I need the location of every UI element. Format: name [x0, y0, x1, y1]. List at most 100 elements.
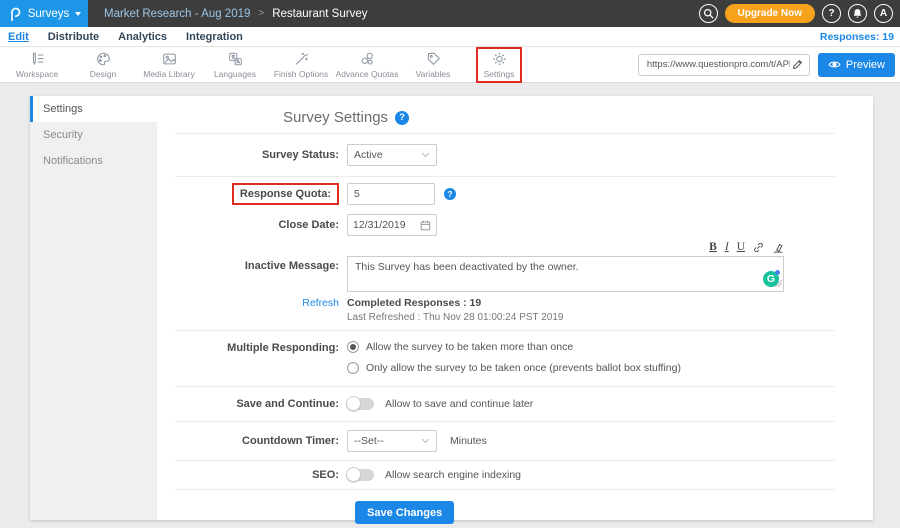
- survey-status-select[interactable]: Active: [347, 144, 437, 166]
- settings-gear-icon: [491, 51, 508, 67]
- resize-handle-icon[interactable]: [775, 278, 782, 290]
- toolbar-item-settings[interactable]: Settings: [476, 47, 522, 83]
- tab-distribute[interactable]: Distribute: [48, 31, 99, 43]
- survey-status-label: Survey Status:: [175, 149, 347, 161]
- sidebar-item-security[interactable]: Security: [30, 122, 157, 148]
- survey-url-input[interactable]: [639, 59, 792, 70]
- avatar-initial: A: [880, 8, 887, 19]
- italic-button[interactable]: I: [725, 242, 729, 254]
- eye-icon: [828, 60, 841, 69]
- save-and-continue-label: Save and Continue:: [175, 398, 347, 410]
- header-actions: Upgrade Now ? A: [699, 4, 900, 23]
- search-button[interactable]: [699, 4, 718, 23]
- remove-format-icon[interactable]: [772, 242, 784, 253]
- completed-responses: Completed Responses : 19: [347, 297, 481, 309]
- close-date-label: Close Date:: [175, 219, 347, 231]
- bell-icon: [852, 8, 863, 19]
- edit-url-pencil-icon[interactable]: [792, 59, 809, 70]
- title-help-icon[interactable]: ?: [395, 111, 409, 125]
- save-row: Save Changes: [175, 490, 835, 524]
- close-date-value: 12/31/2019: [353, 219, 406, 231]
- search-icon: [703, 8, 714, 19]
- chevron-down-icon: [421, 438, 430, 444]
- preview-button[interactable]: Preview: [818, 53, 895, 77]
- response-quota-row: Response Quota: ?: [175, 183, 835, 205]
- radio-unselected-icon[interactable]: [347, 362, 359, 374]
- toolbar-item-languages[interactable]: Languages: [202, 51, 268, 79]
- save-and-continue-row: Save and Continue: Allow to save and con…: [175, 387, 835, 422]
- rich-text-toolbar: B I U: [347, 240, 784, 255]
- response-quota-help-icon[interactable]: ?: [444, 188, 456, 200]
- seo-toggle[interactable]: [347, 469, 374, 481]
- last-refreshed: Last Refreshed : Thu Nov 28 01:00:24 PST…: [347, 312, 563, 323]
- upgrade-now-button[interactable]: Upgrade Now: [725, 4, 815, 23]
- survey-url-box: [638, 54, 810, 76]
- sidebar-item-notifications[interactable]: Notifications: [30, 148, 157, 174]
- breadcrumb: Market Research - Aug 2019 > Restaurant …: [104, 8, 367, 20]
- refresh-link[interactable]: Refresh: [302, 297, 339, 309]
- seo-description: Allow search engine indexing: [385, 469, 521, 481]
- inactive-message-text: This Survey has been deactivated by the …: [355, 261, 579, 273]
- bold-button[interactable]: B: [709, 242, 717, 254]
- settings-main: Survey Settings ? Survey Status: Active …: [157, 96, 873, 520]
- page-title: Survey Settings: [283, 109, 388, 126]
- advance-quotas-chain-icon: [359, 51, 376, 67]
- refresh-row: Refresh Completed Responses : 19 Last Re…: [175, 297, 835, 323]
- countdown-timer-label: Countdown Timer:: [175, 435, 347, 447]
- sidebar-item-settings[interactable]: Settings: [30, 96, 157, 122]
- surveys-product-menu[interactable]: Surveys: [0, 0, 88, 27]
- countdown-timer-value: --Set--: [354, 435, 384, 447]
- breadcrumb-survey-name: Restaurant Survey: [272, 8, 367, 20]
- countdown-timer-row: Countdown Timer: --Set-- Minutes: [175, 422, 835, 461]
- response-quota-label: Response Quota:: [232, 183, 339, 205]
- countdown-timer-select[interactable]: --Set--: [347, 430, 437, 452]
- toolbar-item-advance-quotas[interactable]: Advance Quotas: [334, 51, 400, 79]
- toolbar-item-variables[interactable]: Variables: [400, 51, 466, 79]
- inactive-message-textarea[interactable]: This Survey has been deactivated by the …: [347, 256, 784, 292]
- question-mark-icon: ?: [828, 8, 834, 19]
- radio-option-once-only[interactable]: Only allow the survey to be taken once (…: [347, 362, 681, 374]
- toggle-knob: [346, 467, 361, 482]
- survey-status-row: Survey Status: Active: [175, 134, 835, 177]
- multiple-responding-row: Multiple Responding: Allow the survey to…: [175, 331, 835, 387]
- notifications-button[interactable]: [848, 4, 867, 23]
- chevron-down-icon: [75, 12, 81, 16]
- product-menu-label: Surveys: [28, 8, 70, 20]
- survey-status-value: Active: [354, 149, 383, 161]
- underline-button[interactable]: U: [737, 242, 745, 254]
- help-button[interactable]: ?: [822, 4, 841, 23]
- toolbar-item-design[interactable]: Design: [70, 51, 136, 79]
- tab-integration[interactable]: Integration: [186, 31, 243, 43]
- title-row: Survey Settings ?: [175, 96, 835, 134]
- calendar-icon: [420, 220, 431, 231]
- tab-edit[interactable]: Edit: [8, 31, 29, 43]
- toolbar-item-finish-options[interactable]: Finish Options: [268, 51, 334, 79]
- toolbar-item-media-library[interactable]: Media Library: [136, 51, 202, 79]
- variables-tag-icon: [425, 51, 442, 67]
- inactive-message-row: Inactive Message: B I U: [175, 240, 835, 292]
- responses-count[interactable]: Responses: 19: [820, 31, 894, 43]
- inactive-message-label: Inactive Message:: [175, 240, 347, 272]
- survey-toolbar: Workspace Design Media Library: [0, 47, 900, 83]
- quota-section: Response Quota: ? Close Date: 12/31/2019…: [175, 177, 835, 331]
- radio-selected-icon[interactable]: [347, 341, 359, 353]
- finish-options-wand-icon: [293, 51, 310, 67]
- primary-nav: Edit Distribute Analytics Integration Re…: [0, 27, 900, 47]
- response-quota-input[interactable]: [347, 183, 435, 205]
- toolbar-item-workspace[interactable]: Workspace: [4, 51, 70, 79]
- chevron-down-icon: [421, 152, 430, 158]
- radio-option-multiple-allowed[interactable]: Allow the survey to be taken more than o…: [347, 341, 573, 353]
- breadcrumb-folder[interactable]: Market Research - Aug 2019: [104, 8, 250, 20]
- save-changes-button[interactable]: Save Changes: [355, 501, 454, 524]
- account-avatar[interactable]: A: [874, 4, 893, 23]
- seo-row: SEO: Allow search engine indexing: [175, 461, 835, 490]
- questionpro-logo-icon: [7, 5, 22, 22]
- insert-link-icon[interactable]: [753, 242, 764, 253]
- save-and-continue-toggle[interactable]: [347, 398, 374, 410]
- close-date-input[interactable]: 12/31/2019: [347, 214, 437, 236]
- close-date-row: Close Date: 12/31/2019: [175, 214, 835, 236]
- content-panel: Settings Security Notifications Survey S…: [30, 96, 873, 520]
- countdown-timer-unit: Minutes: [450, 435, 487, 447]
- save-and-continue-description: Allow to save and continue later: [385, 398, 533, 410]
- tab-analytics[interactable]: Analytics: [118, 31, 167, 43]
